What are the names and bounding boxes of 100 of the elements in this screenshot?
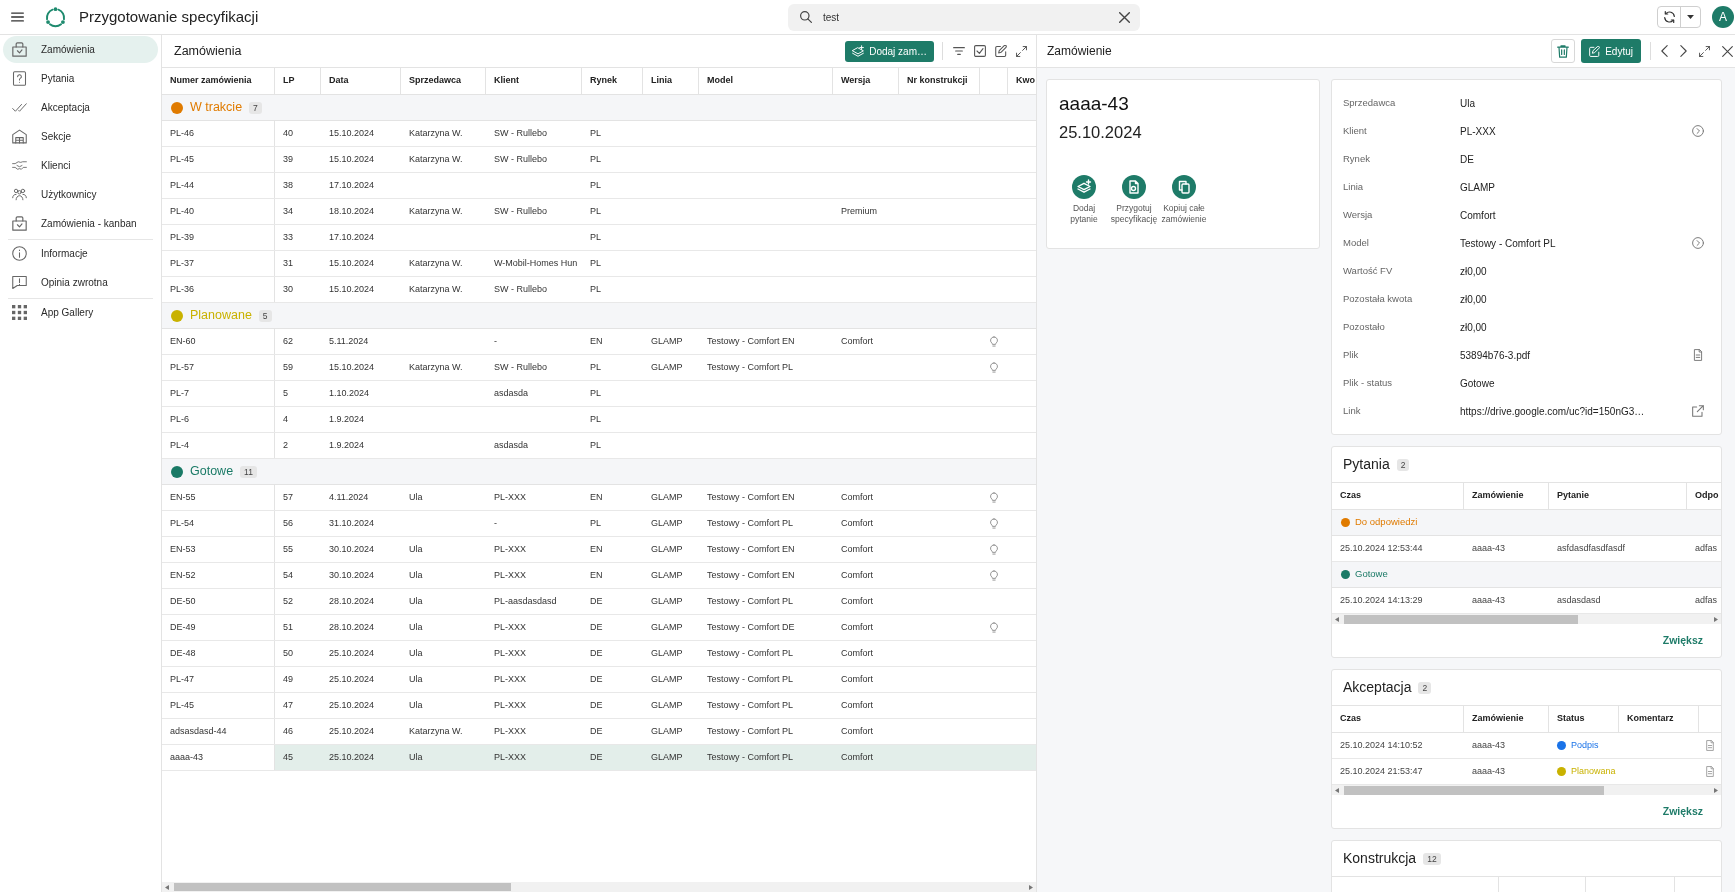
field-value: Ula — [1460, 96, 1476, 111]
column-header[interactable]: Wersja — [833, 68, 899, 94]
chevron-right-icon[interactable] — [1680, 45, 1687, 57]
column-header[interactable]: Odpo — [1687, 483, 1721, 509]
table-row[interactable]: PL-36 30 15.10.2024 Katarzyna W. SW - Rullebo PL — [162, 277, 1036, 303]
table-row[interactable]: EN-53 55 30.10.2024 Ula PL-XXX EN GLAMP Testowy - Comfort EN Comfort — [162, 537, 1036, 563]
sidebar-item[interactable]: Zamówienia — [3, 36, 158, 63]
table-row[interactable]: PL-54 56 31.10.2024 - PL GLAMP Testowy - Comfort PL Comfort — [162, 511, 1036, 537]
table-row[interactable]: PL-37 31 15.10.2024 Katarzyna W. W-Mobil-Homes Hun PL — [162, 251, 1036, 277]
scroll-left-icon[interactable] — [165, 884, 169, 890]
action-button[interactable]: Przygotuj specyfikację — [1109, 175, 1159, 225]
table-row[interactable]: PL-39 33 17.10.2024 PL — [162, 225, 1036, 251]
table-row[interactable]: DE-48 50 25.10.2024 Ula PL-XXX DE GLAMP Testowy - Comfort PL Comfort — [162, 641, 1036, 667]
table-row[interactable]: PL-45 47 25.10.2024 Ula PL-XXX DE GLAMP Testowy - Comfort PL Comfort — [162, 693, 1036, 719]
scrollbar-thumb[interactable] — [1344, 785, 1604, 795]
column-header[interactable]: Pytanie — [1549, 483, 1687, 509]
clear-icon[interactable] — [1119, 11, 1130, 23]
delete-button[interactable] — [1551, 39, 1576, 63]
column-header[interactable]: Rynek — [582, 68, 643, 94]
user-avatar[interactable]: A — [1712, 6, 1734, 28]
file-icon[interactable] — [1692, 349, 1704, 361]
column-header[interactable]: Klient — [486, 68, 582, 94]
field-value: Testowy - Comfort PL — [1460, 236, 1557, 251]
edit-button[interactable]: Edytuj — [1581, 39, 1641, 63]
table-cell-text: Katarzyna W. — [408, 256, 464, 270]
group-row[interactable]: Gotowe 11 — [162, 459, 1036, 485]
table-row[interactable]: PL-57 59 15.10.2024 Katarzyna W. SW - Rullebo PL GLAMP Testowy - Comfort PL — [162, 355, 1036, 381]
table-row[interactable]: PL-6 4 1.9.2024 PL — [162, 407, 1036, 433]
scroll-right-icon[interactable] — [1714, 616, 1718, 622]
column-header[interactable]: Czas — [1332, 483, 1464, 509]
table-row[interactable]: PL-40 34 18.10.2024 Katarzyna W. SW - Rullebo PL Premium — [162, 199, 1036, 225]
close-icon[interactable] — [1722, 45, 1733, 57]
column-header[interactable]: Zamówienie — [1464, 483, 1549, 509]
scroll-left-icon[interactable] — [1335, 787, 1339, 793]
group-row[interactable]: Gotowe — [1332, 562, 1721, 588]
scroll-right-icon[interactable] — [1029, 884, 1033, 890]
column-header[interactable]: Sprzedawca — [401, 68, 486, 94]
more-link[interactable]: Zwiększ — [1662, 632, 1703, 649]
column-header[interactable]: Linia — [643, 68, 699, 94]
table-row[interactable]: DE-50 52 28.10.2024 Ula PL-aasdasdasd DE GLAMP Testowy - Comfort PL Comfort — [162, 589, 1036, 615]
column-header[interactable]: Status — [1549, 706, 1619, 732]
panel-title: Zamówienia — [174, 42, 242, 60]
column-header[interactable]: Komentarz — [1619, 706, 1699, 732]
table-row[interactable]: DE-49 51 28.10.2024 Ula PL-XXX DE GLAMP Testowy - Comfort DE Comfort — [162, 615, 1036, 641]
scrollbar-thumb[interactable] — [174, 883, 511, 891]
column-header[interactable]: Model — [699, 68, 833, 94]
horizontal-scrollbar[interactable] — [162, 882, 1036, 892]
table-cell-text: Katarzyna W. — [408, 152, 464, 166]
scrollbar-thumb[interactable] — [1344, 614, 1578, 624]
column-header[interactable]: Nr konstrukcji — [899, 68, 980, 94]
action-button[interactable]: Dodaj pytanie — [1059, 175, 1109, 225]
search-field[interactable]: test — [788, 3, 1140, 31]
table-row[interactable]: EN-60 62 5.11.2024 - EN GLAMP Testowy - Comfort EN Comfort — [162, 329, 1036, 355]
table-cell-text: Ula — [408, 594, 424, 608]
column-header[interactable]: Czas — [1332, 706, 1464, 732]
caret-down-icon — [1687, 15, 1694, 19]
action-button[interactable]: Kopiuj całe zamówienie — [1159, 175, 1209, 225]
table-row[interactable]: EN-52 54 30.10.2024 Ula PL-XXX EN GLAMP Testowy - Comfort EN Comfort — [162, 563, 1036, 589]
chevron-left-icon[interactable] — [1661, 45, 1668, 57]
scroll-left-icon[interactable] — [1335, 616, 1339, 622]
table-row[interactable]: PL-46 40 15.10.2024 Katarzyna W. SW - Rullebo PL — [162, 121, 1036, 147]
table-cell-text: Ula — [408, 568, 424, 582]
scroll-right-icon[interactable] — [1714, 787, 1718, 793]
table-row[interactable]: EN-55 57 4.11.2024 Ula PL-XXX EN GLAMP Testowy - Comfort EN Comfort — [162, 485, 1036, 511]
circle-chevron-right-icon[interactable] — [1692, 125, 1704, 137]
horizontal-scrollbar[interactable] — [1332, 785, 1721, 795]
table-row[interactable]: PL-7 5 1.10.2024 asdasda PL — [162, 381, 1036, 407]
table-row[interactable]: PL-45 39 15.10.2024 Katarzyna W. SW - Rullebo PL — [162, 147, 1036, 173]
group-row[interactable]: W trakcie 7 — [162, 95, 1036, 121]
column-header[interactable]: Numer zamówienia — [162, 68, 275, 94]
horizontal-scrollbar[interactable] — [1332, 614, 1721, 624]
table-row[interactable]: aaaa-43 45 25.10.2024 Ula PL-XXX DE GLAMP Testowy - Comfort PL Comfort — [162, 745, 1036, 771]
column-header[interactable]: LP — [275, 68, 321, 94]
table-cell-text: PL-XXX — [493, 620, 527, 634]
table-row[interactable]: adsasdasd-44 46 25.10.2024 Katarzyna W. PL-XXX DE GLAMP Testowy - Comfort PL Comfort — [162, 719, 1036, 745]
table-cell-text: aaaa-43 — [1471, 541, 1507, 555]
table-row[interactable]: PL-44 38 17.10.2024 PL — [162, 173, 1036, 199]
table-cell-text: Ula — [408, 750, 424, 764]
external-link-icon[interactable] — [1692, 405, 1704, 417]
edit-icon[interactable] — [995, 45, 1007, 57]
file-icon[interactable] — [1706, 740, 1714, 751]
file-icon[interactable] — [1706, 766, 1714, 777]
column-header[interactable]: Zamówienie — [1464, 706, 1549, 732]
table-cell-text: Ula — [408, 672, 424, 686]
expand-icon[interactable] — [1699, 45, 1710, 57]
table-cell-text: Testowy - Comfort DE — [706, 620, 796, 634]
expand-icon[interactable] — [1016, 45, 1027, 57]
circular-arrows-logo-icon — [45, 6, 66, 28]
table-row[interactable]: PL-4 2 1.9.2024 asdasda PL — [162, 433, 1036, 459]
checkbox-icon[interactable] — [974, 45, 986, 57]
group-label: W trakcie — [190, 99, 243, 117]
add-order-button[interactable]: Dodaj zam… — [845, 40, 934, 62]
table-cell-text: Testowy - Comfort PL — [706, 724, 795, 738]
group-row[interactable]: Planowane 5 — [162, 303, 1036, 329]
column-header[interactable]: Data — [321, 68, 401, 94]
menu-icon[interactable] — [11, 12, 24, 22]
table-row[interactable]: PL-47 49 25.10.2024 Ula PL-XXX DE GLAMP Testowy - Comfort PL Comfort — [162, 667, 1036, 693]
more-link[interactable]: Zwiększ — [1662, 803, 1703, 820]
circle-chevron-right-icon[interactable] — [1692, 237, 1704, 249]
filter-icon[interactable] — [953, 47, 965, 55]
